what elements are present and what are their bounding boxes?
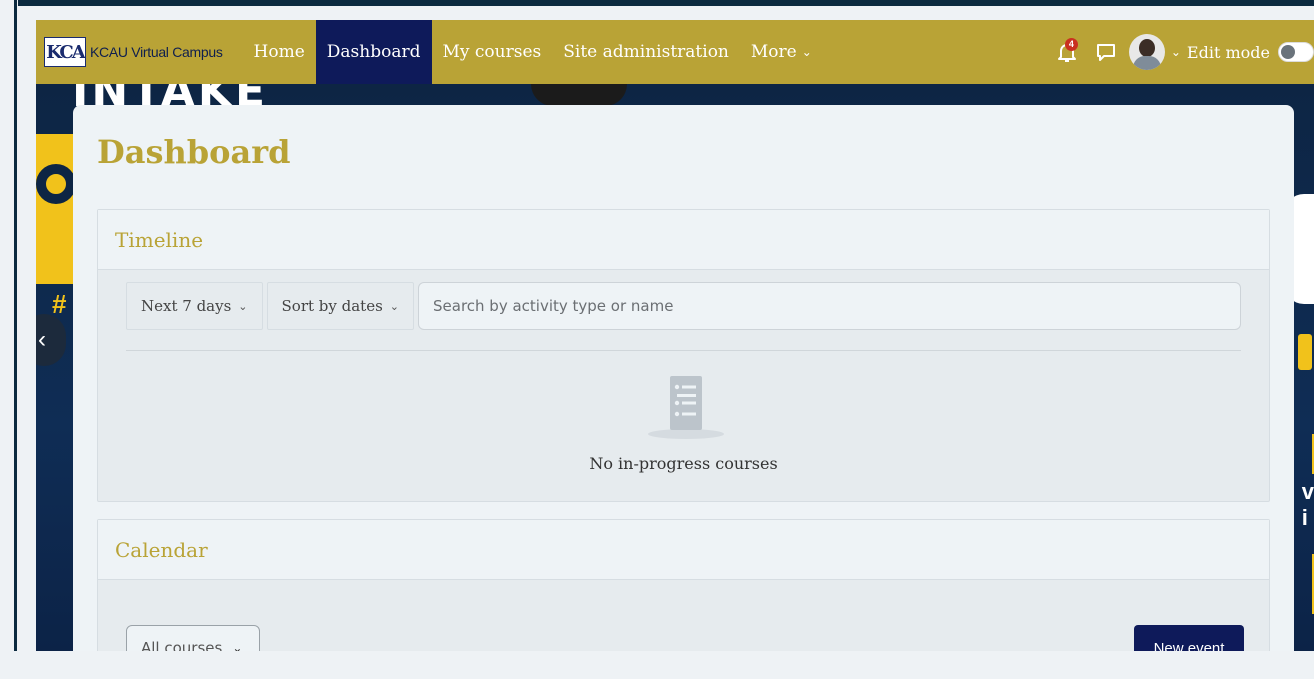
messages-button[interactable] [1095,41,1117,63]
empty-state-message: No in-progress courses [589,454,778,473]
chevron-down-icon: ⌄ [238,299,248,313]
nav-item-site-administration[interactable]: Site administration [552,20,740,84]
hero-right-letters: vi [1301,479,1314,530]
nav-item-label: My courses [442,42,542,62]
notification-count-badge: 4 [1064,38,1078,51]
timeline-controls: Next 7 days ⌄ Sort by dates ⌄ Search by … [126,282,1241,330]
nav-item-home[interactable]: Home [243,20,316,84]
edit-mode-label: Edit mode [1186,42,1270,62]
hero-right-mark [1298,334,1312,370]
hero-circle-shape [36,164,76,204]
notifications-button[interactable]: 4 [1055,38,1079,64]
date-range-dropdown[interactable]: Next 7 days ⌄ [126,282,263,330]
timeline-header: Timeline [98,210,1269,270]
logo-text: KCA [46,41,85,63]
nav-item-my-courses[interactable]: My courses [432,20,553,84]
sort-dropdown[interactable]: Sort by dates ⌄ [266,282,414,330]
avatar-body [1132,56,1161,70]
hero-person-image [531,84,627,106]
edit-mode-toggle[interactable] [1278,42,1314,62]
date-range-label: Next 7 days [141,297,232,315]
top-navbar: KCA KCAU Virtual Campus Home Dashboard M… [36,20,1314,84]
frame-left-border [0,0,18,679]
timeline-block: Timeline Next 7 days ⌄ Sort by dates ⌄ S… [97,209,1270,502]
frame-top-border [0,0,1314,6]
chat-icon [1096,44,1115,61]
main-content: Dashboard Timeline Next 7 days ⌄ Sort by… [73,105,1294,671]
calendar-title: Calendar [115,537,208,562]
hero-yellow-shape [36,134,76,284]
calendar-block: Calendar [97,519,1270,659]
page-title: Dashboard [97,133,291,171]
frame-bottom [0,651,1314,679]
nav-item-label: More [750,42,797,62]
timeline-title: Timeline [115,227,204,252]
nav-item-label: Home [253,42,305,62]
search-placeholder: Search by activity type or name [433,297,674,315]
brand-name: KCAU Virtual Campus [90,44,223,60]
calendar-header: Calendar [98,520,1269,580]
timeline-divider [126,350,1241,351]
sort-label: Sort by dates [281,297,383,315]
hero-hash-glyph: # [52,289,67,319]
nav-item-label: Dashboard [326,42,421,62]
chevron-left-icon: ‹ [38,326,46,353]
chevron-down-icon: ⌄ [389,299,399,313]
brand-link[interactable]: KCA KCAU Virtual Campus [44,20,243,84]
avatar-head [1138,39,1155,57]
carousel-prev-button[interactable]: ‹ [36,314,66,366]
nav-item-dashboard[interactable]: Dashboard [315,20,432,84]
nav-item-more[interactable]: More ⌄ [740,20,823,84]
chevron-down-icon[interactable]: ⌄ [1171,45,1181,59]
navbar-user-area: 4 ⌄ Edit mode [1055,20,1314,84]
empty-list-icon [648,376,724,439]
browser-frame: INTAKE # ‹ vi KCA KCAU Virtual Campus Ho… [0,0,1314,679]
timeline-search-input[interactable]: Search by activity type or name [418,282,1241,330]
chevron-down-icon: ⌄ [801,45,812,59]
kca-logo: KCA [44,37,86,67]
nav-item-label: Site administration [563,42,729,62]
user-avatar[interactable] [1128,34,1165,70]
